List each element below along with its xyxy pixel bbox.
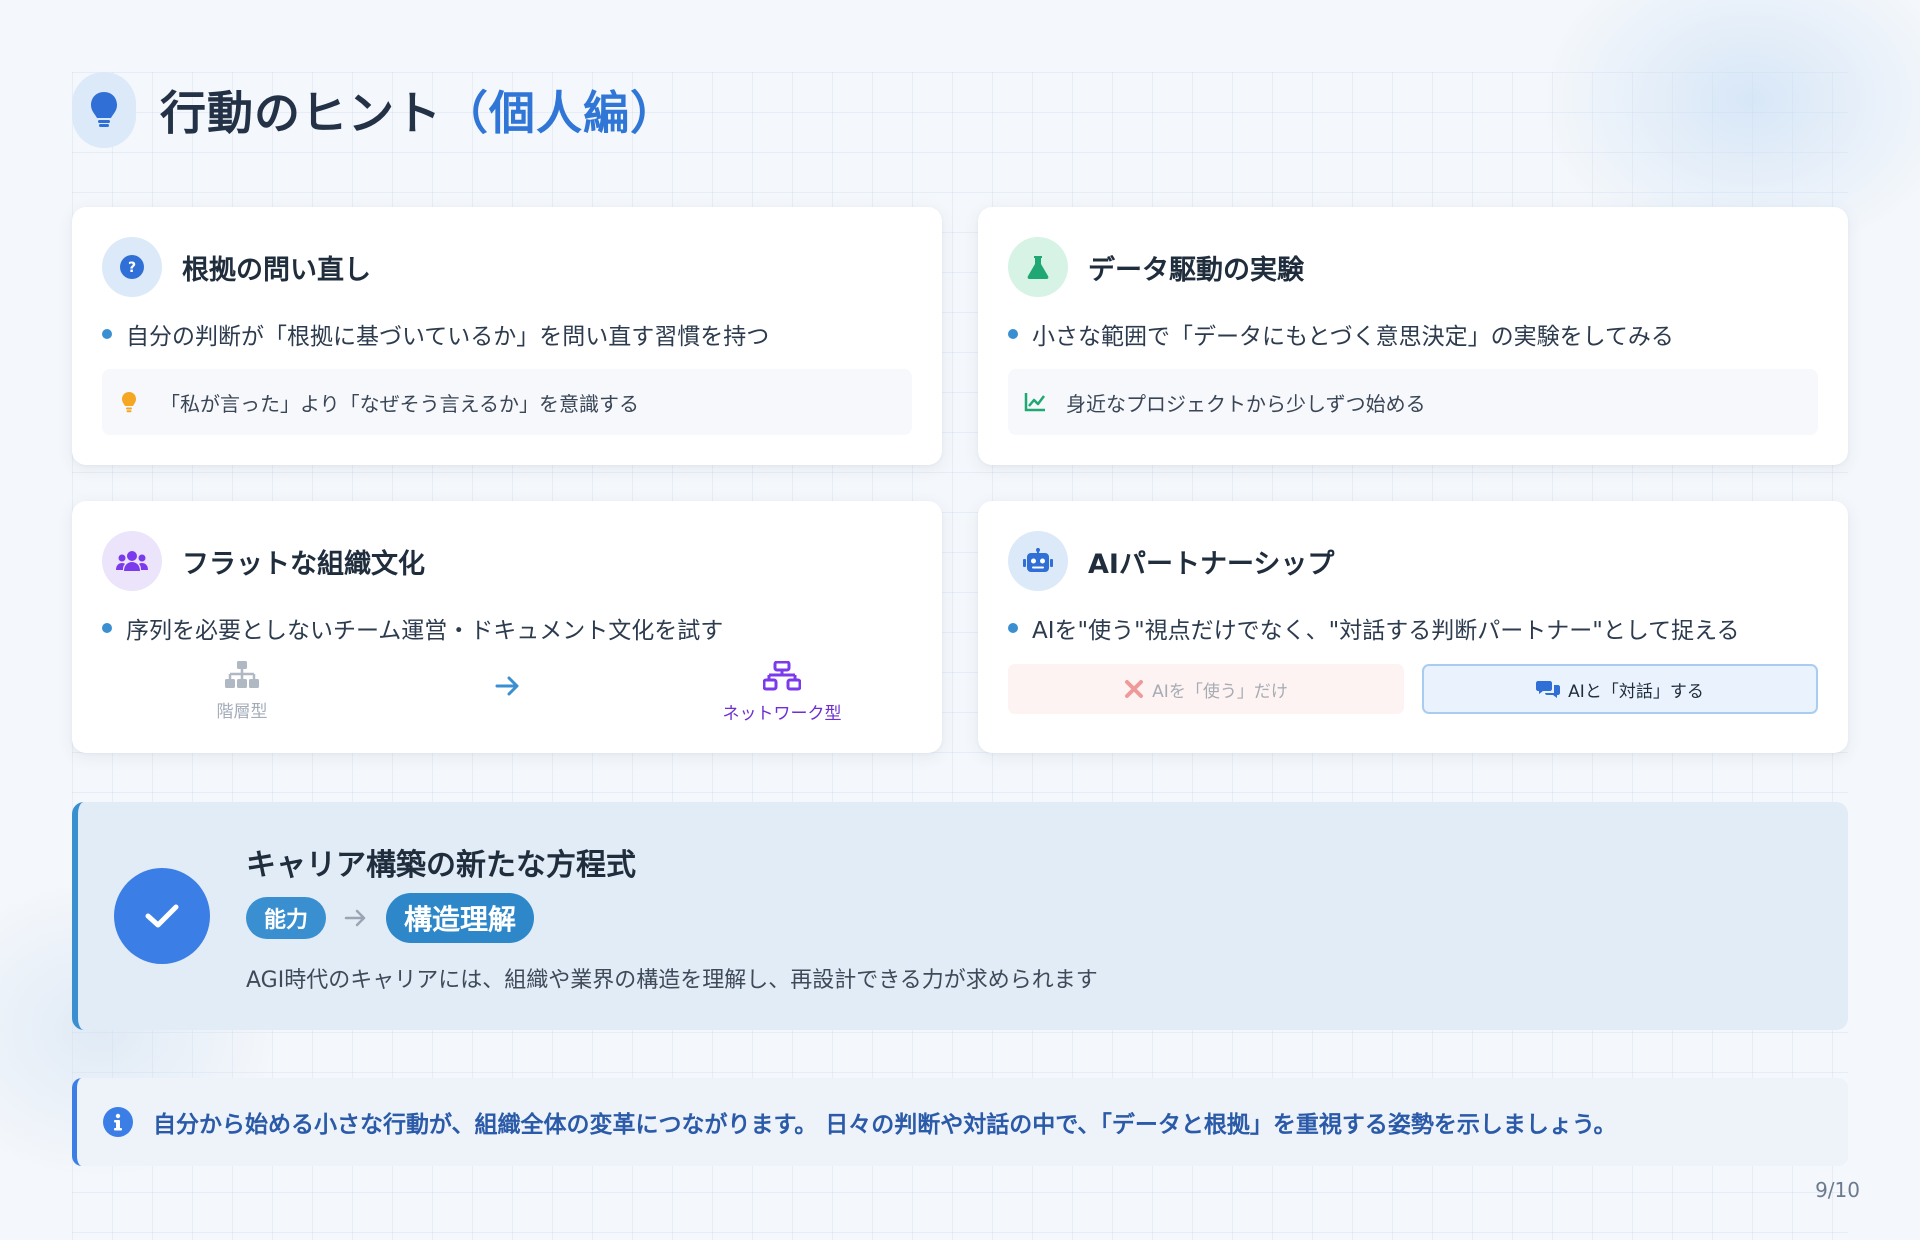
- svg-text:?: ?: [128, 260, 136, 276]
- card-note-text: 「私が言った」より「なぜそう言えるか」を意識する: [160, 391, 639, 416]
- bullet-dot: [1008, 623, 1018, 633]
- bullet-dot: [102, 329, 112, 339]
- equation-title: キャリア構築の新たな方程式: [246, 848, 636, 883]
- page-title-main: 行動のヒント: [160, 86, 442, 140]
- ai-use-only-option[interactable]: AIを「使う」だけ: [1008, 664, 1404, 714]
- card-bullet-text: 序列を必要としないチーム運営・ドキュメント文化を試す: [126, 618, 724, 644]
- career-equation-panel: キャリア構築の新たな方程式 能力 構造理解 AGI時代のキャリアには、組織や業界…: [72, 802, 1848, 1030]
- bullet-dot: [102, 623, 112, 633]
- card-bullet: 序列を必要としないチーム運営・ドキュメント文化を試す: [102, 611, 723, 645]
- flow-network: ネットワーク型: [702, 661, 862, 724]
- info-icon: [103, 1107, 133, 1137]
- card-bullet-text: AIを"使う"視点だけでなく、"対話する判断パートナー"として捉える: [1032, 618, 1740, 644]
- card-bullet-text: 自分の判断が「根拠に基づいているか」を問い直す習慣を持つ: [126, 324, 770, 350]
- card-note: 「私が言った」より「なぜそう言えるか」を意識する: [102, 369, 912, 435]
- users-icon: [102, 531, 162, 591]
- card-title: AIパートナーシップ: [1088, 548, 1335, 580]
- card-note: 身近なプロジェクトから少しずつ始める: [1008, 369, 1818, 435]
- card-bullet: 自分の判断が「根拠に基づいているか」を問い直す習慣を持つ: [102, 317, 769, 351]
- tools-icon: [1124, 679, 1144, 699]
- arrow-right-icon: [495, 675, 521, 701]
- flask-icon: [1008, 237, 1068, 297]
- sitemap-icon: [225, 661, 259, 688]
- slide: 行動のヒント（個人編） ? 根拠の問い直し 自分の判断が「根拠に基づいているか」…: [0, 0, 1920, 1240]
- card-data-experiment: データ駆動の実験 小さな範囲で「データにもとづく意思決定」の実験をしてみる 身近…: [978, 207, 1848, 465]
- card-bullet-text: 小さな範囲で「データにもとづく意思決定」の実験をしてみる: [1032, 324, 1674, 350]
- check-icon: [114, 868, 210, 964]
- ai-dialog-option[interactable]: AIと「対話」する: [1422, 664, 1818, 714]
- flow-from-label: 階層型: [216, 702, 268, 722]
- card-note-text: 身近なプロジェクトから少しずつ始める: [1066, 391, 1426, 416]
- info-text: 自分から始める小さな行動が、組織全体の変革につながります。 日々の判断や対話の中…: [153, 1112, 1617, 1138]
- page-title: 行動のヒント（個人編）: [160, 77, 677, 143]
- page-number: 9/10: [1815, 1178, 1860, 1202]
- network-icon: [763, 661, 801, 691]
- equation-from-pill: 能力: [246, 897, 327, 939]
- equation-row: 能力 構造理解: [246, 893, 535, 943]
- card-title: 根拠の問い直し: [182, 254, 371, 286]
- question-circle-icon: ?: [102, 237, 162, 297]
- arrow-right-icon: [344, 908, 368, 928]
- card-header: フラットな組織文化: [102, 531, 425, 591]
- lightbulb-icon: [118, 391, 140, 413]
- card-header: AIパートナーシップ: [1008, 531, 1334, 591]
- robot-icon: [1008, 531, 1068, 591]
- card-flat-culture: フラットな組織文化 序列を必要としないチーム運営・ドキュメント文化を試す 階層型: [72, 501, 942, 753]
- card-header: データ駆動の実験: [1008, 237, 1304, 297]
- ai-use-only-label: AIを「使う」だけ: [1152, 681, 1288, 702]
- structure-transition: 階層型 ネットワーク型: [102, 661, 912, 725]
- line-chart-icon: [1024, 391, 1046, 413]
- card-evidence-review: ? 根拠の問い直し 自分の判断が「根拠に基づいているか」を問い直す習慣を持つ 「…: [72, 207, 942, 465]
- card-title: データ駆動の実験: [1088, 254, 1304, 286]
- lightbulb-icon: [72, 72, 136, 148]
- card-header: ? 根拠の問い直し: [102, 237, 371, 297]
- ai-dialog-label: AIと「対話」する: [1568, 681, 1704, 702]
- slide-header: 行動のヒント（個人編）: [72, 72, 677, 148]
- comments-icon: [1536, 679, 1561, 699]
- card-ai-partnership: AIパートナーシップ AIを"使う"視点だけでなく、"対話する判断パートナー"と…: [978, 501, 1848, 753]
- bullet-dot: [1008, 329, 1018, 339]
- equation-description: AGI時代のキャリアには、組織や業界の構造を理解し、再設計できる力が求められます: [246, 968, 1098, 993]
- page-title-accent: （個人編）: [442, 86, 677, 140]
- equation-to-pill: 構造理解: [386, 893, 535, 943]
- info-callout: 自分から始める小さな行動が、組織全体の変革につながります。 日々の判断や対話の中…: [72, 1078, 1848, 1166]
- card-title: フラットな組織文化: [182, 548, 425, 580]
- card-bullet: 小さな範囲で「データにもとづく意思決定」の実験をしてみる: [1008, 317, 1674, 351]
- flow-to-label: ネットワーク型: [722, 704, 842, 724]
- card-bullet: AIを"使う"視点だけでなく、"対話する判断パートナー"として捉える: [1008, 611, 1739, 645]
- flow-hierarchy: 階層型: [162, 661, 322, 722]
